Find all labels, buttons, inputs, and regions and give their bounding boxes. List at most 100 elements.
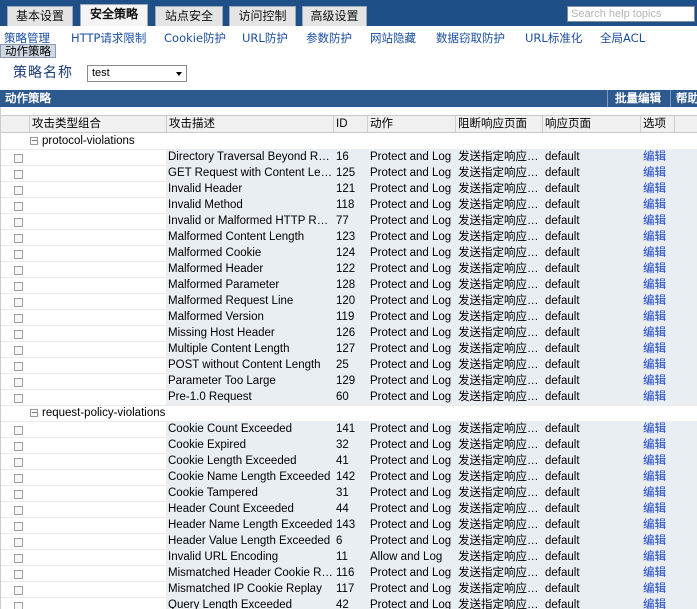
row-checkbox[interactable] (14, 506, 23, 515)
edit-link[interactable]: 编辑 (640, 582, 674, 597)
edit-link[interactable]: 编辑 (640, 198, 674, 213)
cell-description: Cookie Count Exceeded (168, 423, 293, 435)
cell-action: Protect and Log (370, 215, 452, 227)
tab-advanced-settings[interactable]: 高级设置 (302, 6, 367, 26)
edit-link[interactable]: 编辑 (640, 182, 674, 197)
submenu-global-acl[interactable]: 全局ACL (600, 30, 645, 46)
row-checkbox[interactable] (14, 362, 23, 371)
row-checkbox[interactable] (14, 330, 23, 339)
cell-response-page: default (545, 583, 580, 595)
edit-link[interactable]: 编辑 (640, 502, 674, 517)
cell-action: Protect and Log (370, 471, 452, 483)
column-header-option[interactable]: 选项 (640, 116, 674, 132)
edit-link[interactable]: 编辑 (640, 486, 674, 501)
column-header-response-page[interactable]: 响应页面 (542, 116, 640, 132)
column-header-attack-description[interactable]: 攻击描述 (166, 116, 333, 132)
edit-link[interactable]: 编辑 (640, 358, 674, 373)
submenu-http-request-limit[interactable]: HTTP请求限制 (71, 30, 146, 46)
submenu-cookie-protection[interactable]: Cookie防护 (164, 30, 226, 46)
edit-link[interactable]: 编辑 (640, 470, 674, 485)
policy-name-select[interactable]: test (87, 65, 187, 82)
cell-response-page: default (545, 167, 580, 179)
submenu-data-theft-protection[interactable]: 数据窃取防护 (436, 30, 505, 46)
collapse-icon[interactable]: − (30, 409, 38, 417)
tab-site-security[interactable]: 站点安全 (155, 6, 223, 26)
row-checkbox[interactable] (14, 282, 23, 291)
cell-response-page: default (545, 263, 580, 275)
edit-link[interactable]: 编辑 (640, 518, 674, 533)
edit-link[interactable]: 编辑 (640, 342, 674, 357)
submenu-site-hiding[interactable]: 网站隐藏 (370, 30, 416, 46)
row-checkbox[interactable] (14, 538, 23, 547)
row-checkbox[interactable] (14, 186, 23, 195)
edit-link[interactable]: 编辑 (640, 294, 674, 309)
row-checkbox[interactable] (14, 522, 23, 531)
batch-edit-button[interactable]: 批量编辑 (607, 90, 661, 107)
edit-link[interactable]: 编辑 (640, 326, 674, 341)
edit-link[interactable]: 编辑 (640, 310, 674, 325)
row-checkbox[interactable] (14, 458, 23, 467)
policy-name-value: test (92, 67, 110, 79)
row-checkbox[interactable] (14, 490, 23, 499)
edit-link[interactable]: 编辑 (640, 262, 674, 277)
column-header-block-page[interactable]: 阻断响应页面 (455, 116, 542, 132)
cell-id: 60 (336, 391, 349, 403)
edit-link[interactable]: 编辑 (640, 374, 674, 389)
edit-link[interactable]: 编辑 (640, 438, 674, 453)
edit-link[interactable]: 编辑 (640, 598, 674, 609)
cell-action: Protect and Log (370, 327, 452, 339)
row-checkbox[interactable] (14, 474, 23, 483)
submenu-url-normalization[interactable]: URL标准化 (525, 30, 582, 46)
cell-block-page: 发送指定响应页面 (458, 423, 542, 435)
row-checkbox[interactable] (14, 346, 23, 355)
row-checkbox[interactable] (14, 602, 23, 609)
edit-link[interactable]: 编辑 (640, 246, 674, 261)
tab-access-control[interactable]: 访问控制 (229, 6, 296, 26)
row-checkbox[interactable] (14, 554, 23, 563)
row-checkbox[interactable] (14, 298, 23, 307)
edit-link[interactable]: 编辑 (640, 230, 674, 245)
column-header-action[interactable]: 动作 (367, 116, 455, 132)
edit-link[interactable]: 编辑 (640, 550, 674, 565)
edit-link[interactable]: 编辑 (640, 166, 674, 181)
cell-block-page: 发送指定响应页面 (458, 183, 542, 195)
edit-link[interactable]: 编辑 (640, 454, 674, 469)
edit-link[interactable]: 编辑 (640, 150, 674, 165)
search-input[interactable]: Search help topics (567, 6, 695, 22)
edit-link[interactable]: 编辑 (640, 566, 674, 581)
row-checkbox[interactable] (14, 154, 23, 163)
column-header-attack-type[interactable]: 攻击类型组合 (29, 116, 166, 132)
row-checkbox[interactable] (14, 586, 23, 595)
row-checkbox[interactable] (14, 202, 23, 211)
edit-link[interactable]: 编辑 (640, 534, 674, 549)
row-checkbox[interactable] (14, 394, 23, 403)
row-checkbox[interactable] (14, 442, 23, 451)
tab-security-policy[interactable]: 安全策略 (80, 4, 148, 27)
help-button[interactable]: 帮助 (670, 90, 697, 107)
cell-description: Malformed Cookie (168, 247, 262, 259)
policy-name-label: 策略名称 (13, 65, 73, 81)
submenu-parameter-protection[interactable]: 参数防护 (306, 30, 352, 46)
row-checkbox[interactable] (14, 426, 23, 435)
submenu-url-protection[interactable]: URL防护 (242, 30, 288, 46)
policy-name-row: 策略名称 test (0, 58, 697, 90)
row-checkbox[interactable] (14, 218, 23, 227)
table-row: Directory Traversal Beyond Root 16 Protect… (1, 150, 697, 166)
column-header-id[interactable]: ID (333, 116, 367, 132)
row-checkbox[interactable] (14, 266, 23, 275)
collapse-icon[interactable]: − (30, 137, 38, 145)
row-checkbox[interactable] (14, 234, 23, 243)
edit-link[interactable]: 编辑 (640, 390, 674, 405)
edit-link[interactable]: 编辑 (640, 214, 674, 229)
cell-block-page: 发送指定响应页面 (458, 519, 542, 531)
row-checkbox[interactable] (14, 378, 23, 387)
row-checkbox[interactable] (14, 170, 23, 179)
row-checkbox[interactable] (14, 314, 23, 323)
edit-link[interactable]: 编辑 (640, 278, 674, 293)
row-checkbox[interactable] (14, 250, 23, 259)
row-checkbox[interactable] (14, 570, 23, 579)
cell-description: Cookie Length Exceeded (168, 455, 297, 467)
tab-basic-settings[interactable]: 基本设置 (7, 6, 73, 26)
cell-description: GET Request with Content Length (168, 167, 333, 179)
edit-link[interactable]: 编辑 (640, 422, 674, 437)
